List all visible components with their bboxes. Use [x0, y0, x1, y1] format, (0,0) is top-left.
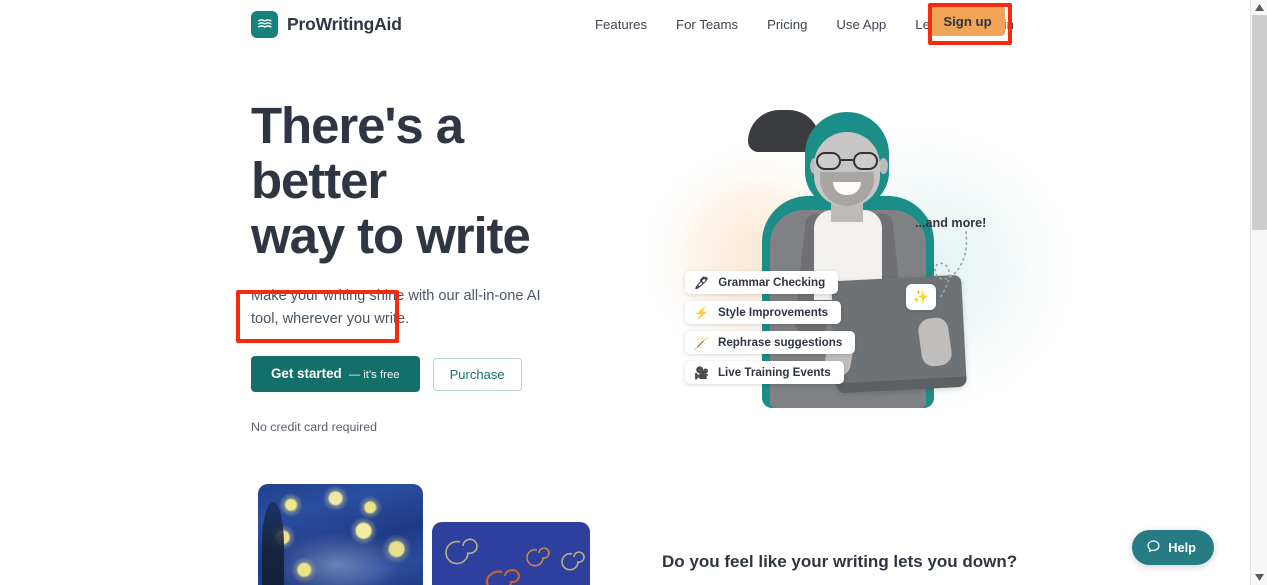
hero-copy: There's a better way to write Make your … — [251, 98, 611, 434]
lower-section: Do you feel like your writing lets you d… — [0, 470, 1250, 585]
feature-chip-list: 🖋 Grammar Checking ⚡ Style Improvements … — [685, 271, 856, 384]
feature-chip-rephrase-suggestions: 🪄 Rephrase suggestions — [685, 331, 856, 354]
doodle-card-image — [432, 522, 590, 585]
hero-title-line-1: There's a better — [251, 97, 464, 209]
feature-chip-grammar-checking: 🖋 Grammar Checking — [685, 271, 839, 294]
get-started-free-label: — it's free — [348, 369, 400, 381]
brand-logo-link[interactable]: ProWritingAid — [251, 11, 402, 38]
feature-chip-label: Rephrase suggestions — [717, 336, 843, 349]
purchase-button[interactable]: Purchase — [432, 357, 522, 391]
starry-night-image — [258, 484, 423, 585]
feature-chip-label: Grammar Checking — [718, 276, 826, 289]
nav-item-pricing[interactable]: Pricing — [767, 11, 807, 38]
page-title: There's a better way to write — [251, 98, 601, 263]
pen-icon: 🖋 — [694, 275, 710, 290]
brand-name: ProWritingAid — [287, 14, 402, 34]
vertical-scrollbar[interactable] — [1250, 0, 1267, 585]
hero-cta-group: Get started — it's free Purchase — [251, 356, 611, 392]
hero-illustration: 🖋 Grammar Checking ⚡ Style Improvements … — [630, 104, 1060, 424]
lower-section-heading: Do you feel like your writing lets you d… — [662, 552, 1018, 571]
hero-title-line-2: way to write — [251, 207, 531, 264]
sign-up-container: Sign up — [930, 6, 1005, 36]
scrollbar-thumb[interactable] — [1252, 15, 1267, 230]
scroll-up-arrow-icon[interactable] — [1251, 0, 1267, 15]
feature-chip-live-training-events: 🎥 Live Training Events — [685, 361, 844, 384]
get-started-label: Get started — [271, 366, 342, 381]
sign-up-button[interactable]: Sign up — [930, 6, 1005, 36]
no-credit-card-note: No credit card required — [251, 420, 378, 434]
browser-page: ProWritingAid Features For Teams Pricing… — [0, 0, 1267, 585]
get-started-button[interactable]: Get started — it's free — [251, 356, 420, 392]
hero-subtitle: Make your writing shine with our all-in-… — [251, 288, 541, 327]
site-header: ProWritingAid Features For Teams Pricing… — [0, 0, 1250, 49]
feature-chip-label: Live Training Events — [717, 366, 831, 379]
help-widget-button[interactable]: Help — [1132, 530, 1214, 565]
page-viewport: ProWritingAid Features For Teams Pricing… — [0, 0, 1250, 585]
help-widget-label: Help — [1168, 540, 1196, 555]
magic-wand-icon: 🪄 — [694, 335, 709, 350]
feature-chip-label: Style Improvements — [717, 306, 829, 319]
cypress-tree-shape — [262, 502, 284, 585]
movie-camera-icon: 🎥 — [694, 365, 709, 380]
nav-item-features[interactable]: Features — [595, 11, 647, 38]
glasses-icon — [816, 152, 878, 170]
nav-item-for-teams[interactable]: For Teams — [676, 11, 738, 38]
and-more-label: ...and more! — [915, 216, 987, 230]
speech-bubble-icon — [1146, 539, 1161, 557]
nav-item-use-app[interactable]: Use App — [836, 11, 886, 38]
curly-arrow-icon — [934, 231, 968, 299]
person-ear-right — [879, 158, 888, 174]
feature-chip-style-improvements: ⚡ Style Improvements — [685, 301, 842, 324]
hero-section: There's a better way to write Make your … — [0, 49, 1250, 469]
scroll-down-arrow-icon[interactable] — [1251, 570, 1267, 585]
book-check-icon — [251, 11, 278, 38]
lightning-bolt-icon: ⚡ — [694, 305, 709, 320]
